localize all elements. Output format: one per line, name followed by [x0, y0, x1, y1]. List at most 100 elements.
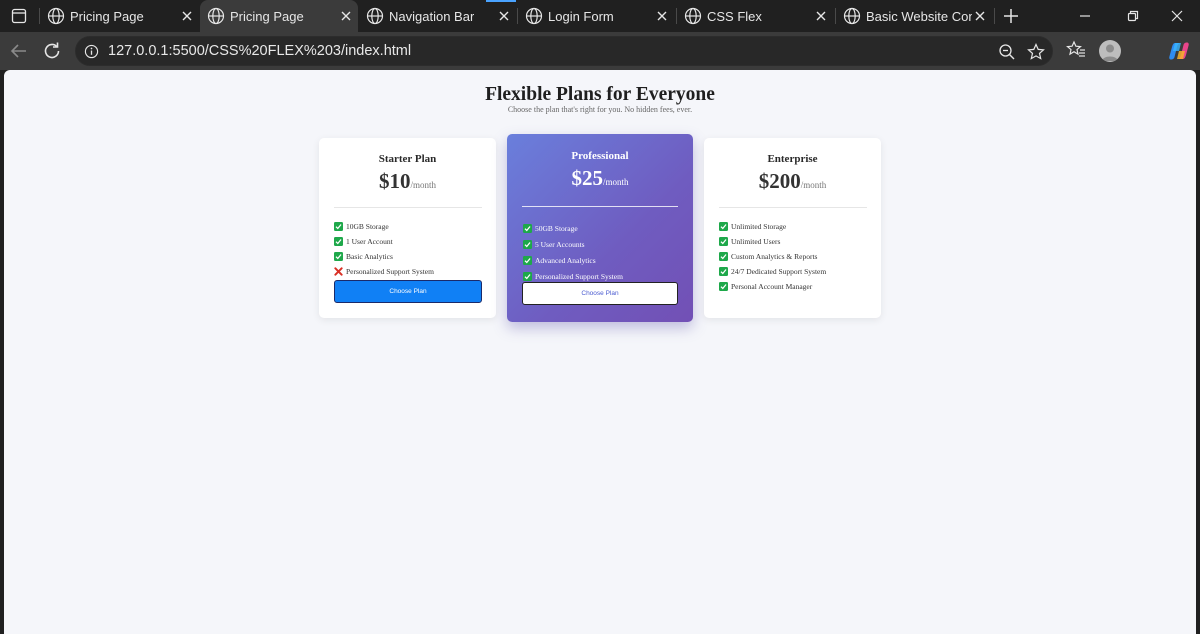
tab-separator: [994, 8, 995, 24]
tab-navigation-bar[interactable]: Navigation Bar: [359, 0, 517, 32]
check-box-icon: [523, 271, 532, 281]
feature-list: 50GB Storage 5 User Accounts Advanced An…: [523, 220, 623, 284]
feature-text: Basic Analytics: [346, 252, 393, 261]
feature-text: Unlimited Storage: [731, 222, 787, 231]
choose-plan-button[interactable]: Choose Plan: [334, 280, 482, 303]
plan-card-starter: Starter Plan $10/month 10GB Storage 1 Us…: [319, 138, 496, 318]
url-text[interactable]: 127.0.0.1:5500/CSS%20FLEX%203/index.html: [108, 43, 411, 59]
plan-name: Enterprise: [767, 153, 818, 165]
feature-item: 10GB Storage: [334, 219, 434, 234]
tab-basic-website[interactable]: Basic Website Comp: [836, 0, 994, 32]
globe-icon: [366, 7, 384, 25]
globe-icon: [684, 7, 702, 25]
check-box-icon: [334, 222, 343, 231]
feature-text: Personal Account Manager: [731, 282, 813, 291]
page-header: Flexible Plans for Everyone Choose the p…: [4, 83, 1196, 115]
check-box-icon: [523, 239, 532, 249]
close-icon[interactable]: [814, 9, 828, 23]
feature-item: Unlimited Users: [719, 234, 826, 249]
price-period: /month: [410, 180, 436, 190]
copilot-icon[interactable]: [1168, 40, 1190, 62]
tab-strip: Pricing Page Pricing Page Navigation Bar…: [0, 0, 1200, 32]
feature-item: Personal Account Manager: [719, 279, 826, 294]
tab-css-flex[interactable]: CSS Flex: [677, 0, 835, 32]
restore-icon: [1127, 10, 1139, 22]
close-icon[interactable]: [973, 9, 987, 23]
close-icon[interactable]: [339, 9, 353, 23]
back-arrow-icon[interactable]: [7, 39, 31, 63]
feature-text: Unlimited Users: [731, 237, 781, 246]
check-box-icon: [523, 223, 532, 233]
globe-icon: [47, 7, 65, 25]
favorite-star-icon[interactable]: [1027, 43, 1045, 61]
plan-name: Professional: [571, 150, 629, 162]
refresh-icon[interactable]: [40, 39, 64, 63]
check-box-icon: [719, 267, 728, 276]
plan-price: $10/month: [319, 169, 496, 194]
close-window-button[interactable]: [1154, 0, 1200, 32]
profile-avatar[interactable]: [1099, 40, 1121, 62]
new-tab-icon[interactable]: [1000, 5, 1022, 27]
feature-item: 5 User Accounts: [523, 236, 623, 252]
plan-price: $25/month: [507, 166, 693, 191]
zoom-out-icon[interactable]: [998, 43, 1016, 61]
feature-item: Basic Analytics: [334, 249, 434, 264]
feature-list: 10GB Storage 1 User Account Basic Analyt…: [334, 219, 434, 279]
check-box-icon: [719, 222, 728, 231]
tab-title: Basic Website Comp: [866, 8, 972, 24]
browser-toolbar: 127.0.0.1:5500/CSS%20FLEX%203/index.html: [0, 32, 1200, 70]
close-icon[interactable]: [655, 9, 669, 23]
check-box-icon: [334, 252, 343, 261]
page-subtitle: Choose the plan that's right for you. No…: [507, 105, 693, 114]
divider: [522, 206, 678, 207]
tab-title: CSS Flex: [707, 8, 762, 24]
page-viewport: Flexible Plans for Everyone Choose the p…: [4, 70, 1196, 634]
address-bar[interactable]: 127.0.0.1:5500/CSS%20FLEX%203/index.html: [75, 36, 1053, 66]
favorites-icon[interactable]: [1066, 40, 1086, 60]
tab-pricing-page-2[interactable]: Pricing Page: [200, 0, 358, 32]
minimize-icon: [1080, 15, 1090, 17]
tab-loading-indicator: [486, 0, 516, 2]
restore-button[interactable]: [1110, 0, 1156, 32]
tab-title: Navigation Bar: [389, 8, 475, 24]
price-period: /month: [602, 177, 629, 187]
choose-plan-button[interactable]: Choose Plan: [522, 282, 678, 305]
tab-title: Login Form: [548, 8, 614, 24]
price-amount: $10: [378, 169, 411, 193]
tab-pricing-page-1[interactable]: Pricing Page: [40, 0, 198, 32]
price-amount: $200: [758, 169, 801, 193]
globe-icon: [207, 7, 225, 25]
info-icon[interactable]: [84, 44, 99, 59]
plan-price: $200/month: [704, 169, 881, 194]
tab-login-form[interactable]: Login Form: [518, 0, 676, 32]
feature-item: Custom Analytics & Reports: [719, 249, 826, 264]
tab-actions-button[interactable]: [0, 0, 38, 32]
tab-title: Pricing Page: [70, 8, 144, 24]
check-box-icon: [334, 237, 343, 246]
feature-text: Personalized Support System: [346, 267, 434, 276]
price-period: /month: [800, 180, 827, 190]
feature-item: 1 User Account: [334, 234, 434, 249]
feature-item: 50GB Storage: [523, 220, 623, 236]
feature-text: 5 User Accounts: [535, 239, 585, 249]
feature-item: 24/7 Dedicated Support System: [719, 264, 826, 279]
check-box-icon: [719, 237, 728, 246]
close-icon[interactable]: [180, 9, 194, 23]
feature-text: 1 User Account: [346, 237, 393, 246]
check-box-icon: [719, 252, 728, 261]
plan-name: Starter Plan: [378, 153, 437, 165]
user-icon: [1102, 44, 1118, 61]
globe-icon: [525, 7, 543, 25]
minimize-button[interactable]: [1062, 0, 1108, 32]
plan-card-enterprise: Enterprise $200/month Unlimited Storage …: [704, 138, 881, 318]
feature-text: Personalized Support System: [535, 271, 623, 281]
plan-card-professional: Professional $25/month 50GB Storage 5 Us…: [507, 134, 693, 322]
page-title: Flexible Plans for Everyone: [485, 84, 715, 105]
feature-text: Custom Analytics & Reports: [731, 252, 818, 261]
divider: [334, 207, 482, 208]
check-box-icon: [523, 255, 532, 265]
close-icon[interactable]: [497, 9, 511, 23]
feature-item: Unlimited Storage: [719, 219, 826, 234]
feature-text: Advanced Analytics: [535, 255, 596, 265]
divider: [719, 207, 867, 208]
